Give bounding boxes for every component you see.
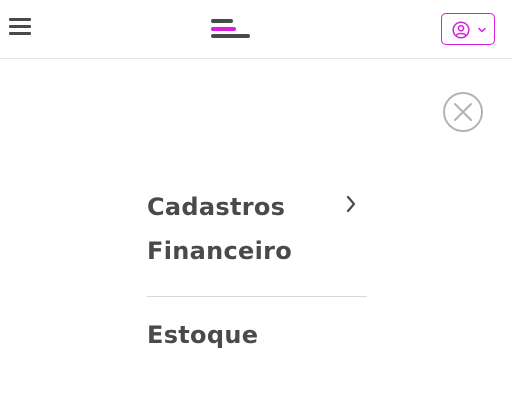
menu-item-estoque[interactable]: Estoque	[147, 320, 367, 350]
menu-item-cadastros[interactable]: Cadastros	[147, 183, 367, 223]
chevron-right-icon	[346, 195, 356, 213]
menu-item-label: Financeiro	[147, 237, 293, 265]
menu-divider	[147, 296, 367, 297]
menu-item-financeiro[interactable]: Financeiro	[147, 236, 367, 276]
brand-logo[interactable]	[211, 19, 251, 39]
main-menu: Cadastros Financeiro Estoque	[147, 183, 367, 350]
close-circle-icon[interactable]	[442, 91, 484, 133]
top-bar	[0, 0, 512, 59]
chevron-down-icon	[478, 27, 486, 33]
user-circle-icon	[452, 21, 470, 39]
hamburger-menu-icon[interactable]	[9, 18, 31, 36]
user-menu-button[interactable]	[441, 13, 495, 45]
menu-item-label: Estoque	[147, 321, 259, 349]
menu-item-label: Cadastros	[147, 193, 286, 221]
